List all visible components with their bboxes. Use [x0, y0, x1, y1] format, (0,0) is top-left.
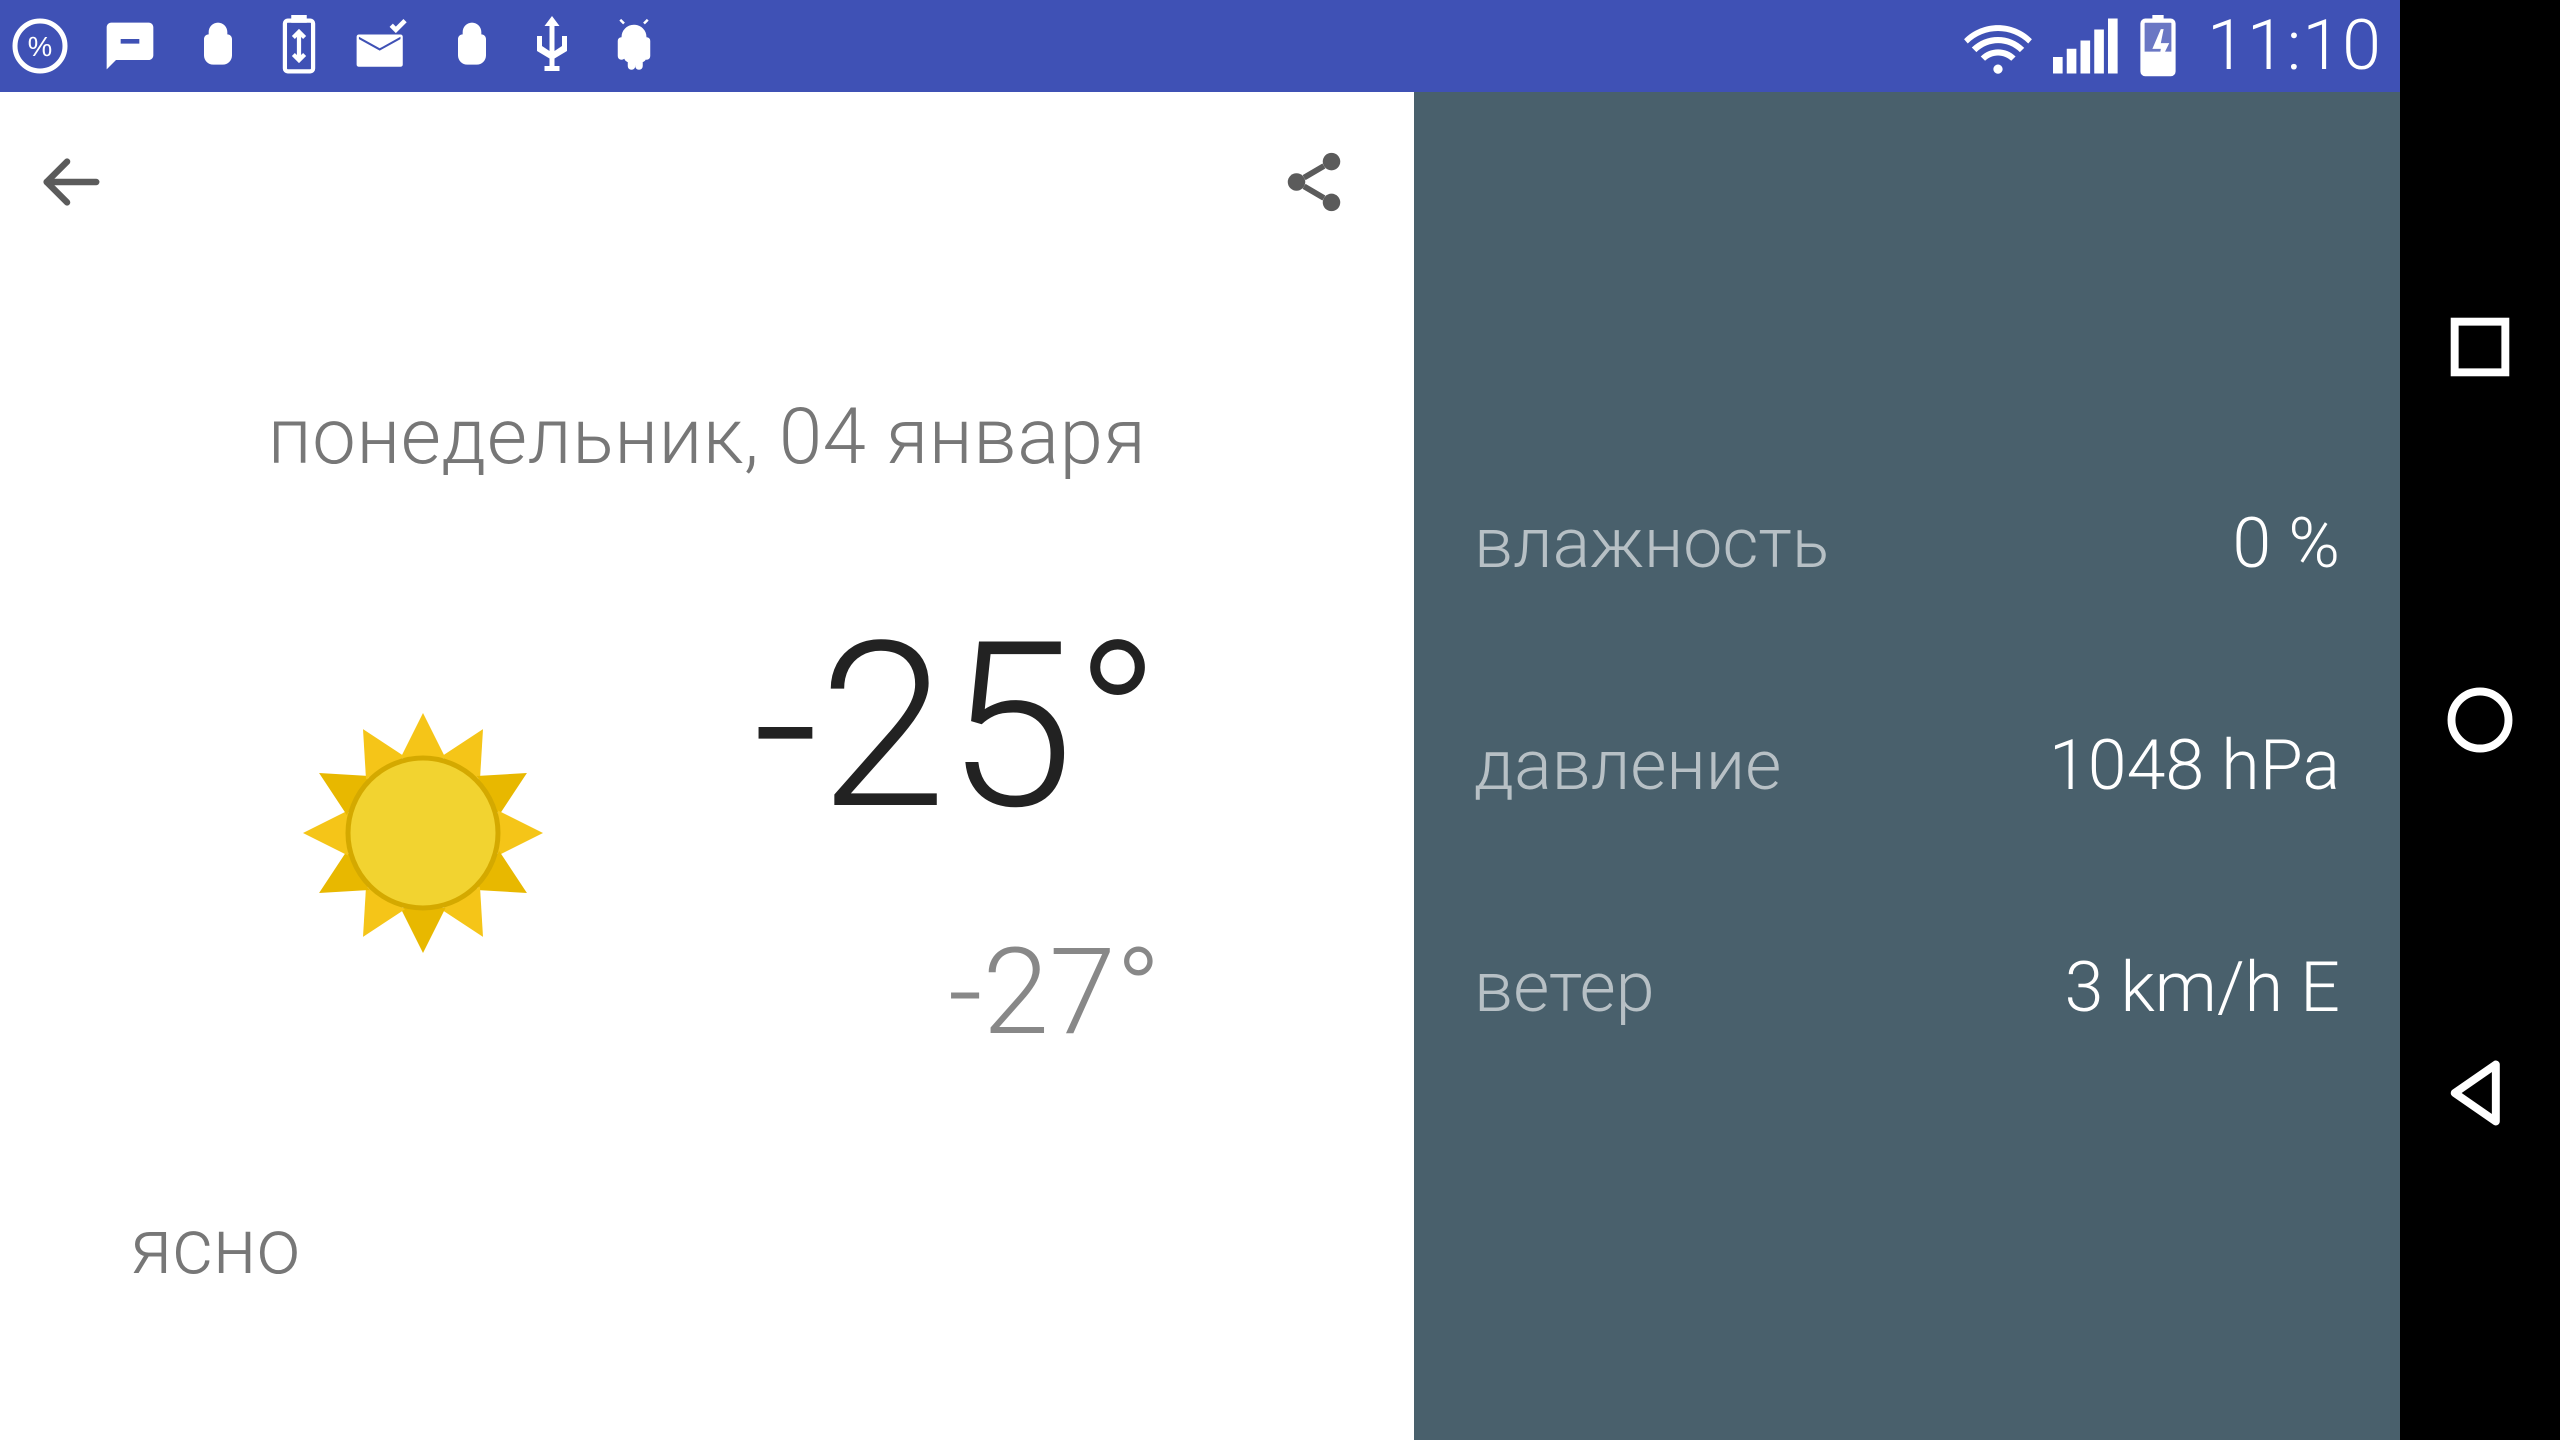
mail-check-icon [352, 18, 412, 74]
percent-circle-icon: % [10, 16, 70, 76]
wind-value: 3 km/h E [2065, 947, 2340, 1029]
nav-recent-apps-button[interactable] [2430, 297, 2530, 397]
status-bar: % [0, 0, 2400, 92]
humidity-label: влажность [1474, 503, 1829, 585]
battery-usb-icon [278, 15, 320, 77]
weather-main-panel: понедельник, 04 января [0, 92, 1414, 1440]
svg-text:%: % [28, 31, 52, 62]
weather-condition-icon [253, 708, 593, 958]
detail-pressure: давление 1048 hPa [1474, 725, 2340, 807]
weather-details-panel: влажность 0 % давление 1048 hPa ветер 3 … [1414, 92, 2400, 1440]
android-debug-icon [604, 16, 664, 76]
detail-wind: ветер 3 km/h E [1474, 947, 2340, 1029]
wifi-icon [1961, 18, 2035, 74]
humidity-value: 0 % [2232, 503, 2340, 585]
pressure-value: 1048 hPa [2049, 725, 2340, 807]
detail-humidity: влажность 0 % [1474, 503, 2340, 585]
weather-condition-text: ясно [130, 1202, 300, 1293]
pressure-label: давление [1474, 725, 1781, 807]
temperature-low: -27° [948, 933, 1161, 1053]
system-navbar [2400, 0, 2560, 1440]
status-time: 11:10 [2207, 5, 2382, 87]
temperature-high: -25° [753, 613, 1161, 843]
weather-date: понедельник, 04 января [0, 392, 1414, 483]
nav-back-button[interactable] [2430, 1043, 2530, 1143]
battery-charging-icon [2137, 15, 2179, 77]
wind-label: ветер [1474, 947, 1655, 1029]
chat-icon [102, 18, 158, 74]
bug-b-icon [444, 18, 500, 74]
share-button[interactable] [1274, 142, 1354, 222]
back-button[interactable] [30, 142, 110, 222]
usb-icon [532, 15, 572, 77]
cellular-signal-icon [2053, 18, 2119, 74]
bug-a-icon [190, 18, 246, 74]
nav-home-button[interactable] [2430, 670, 2530, 770]
